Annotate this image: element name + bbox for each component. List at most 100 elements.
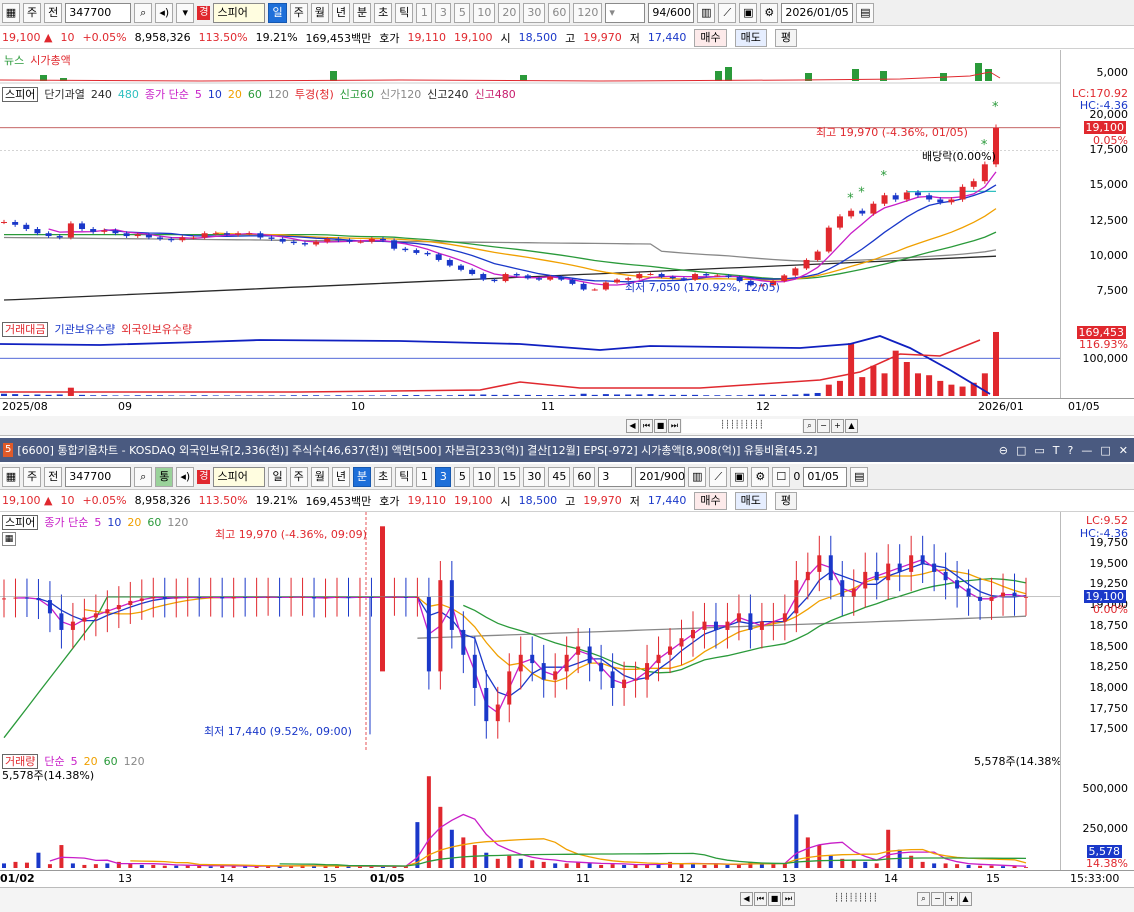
date-field[interactable]: 01/05 <box>803 466 848 487</box>
stock-code-input[interactable]: 347700 <box>65 466 132 487</box>
chart-settings-icon[interactable]: ▥ <box>697 2 716 23</box>
maximize-icon[interactable]: □ <box>1100 444 1110 457</box>
top-scroll-nav[interactable]: ◀ ⏮ ■ ⏭ ┊┊┊┊┊┊┊┊┊ ⌕ − + ▲ <box>626 417 858 435</box>
minute-5[interactable]: 5 <box>454 2 471 23</box>
tab-month[interactable]: 월 <box>310 466 329 487</box>
minimize-icon[interactable]: — <box>1081 444 1092 457</box>
restore-icon[interactable]: □ <box>1016 444 1026 457</box>
close-icon[interactable]: ✕ <box>1119 444 1128 457</box>
search-icon[interactable]: ⌕ <box>803 419 816 433</box>
tab-second[interactable]: 초 <box>374 2 393 23</box>
bottom-price-chart[interactable] <box>0 512 1060 752</box>
bottom-scroll-nav[interactable]: ◀ ⏮ ■ ⏭ ┊┊┊┊┊┊┊┊┊ ⌕ − + ▲ <box>740 890 972 908</box>
nav-last-icon[interactable]: ⏭ <box>782 892 795 906</box>
checkbox[interactable]: ☐ <box>772 466 791 487</box>
interval-input[interactable]: ▾ <box>605 2 646 23</box>
arrow-up-icon[interactable]: ▲ <box>959 892 972 906</box>
gear-icon[interactable]: ⚙ <box>760 2 779 23</box>
text-icon[interactable]: T <box>1053 444 1060 457</box>
bottom-volume-chart[interactable] <box>0 752 1060 870</box>
tab-week[interactable]: 주 <box>289 466 308 487</box>
period-select[interactable]: 주 <box>23 2 42 23</box>
nav-ruler[interactable]: ┊┊┊┊┊┊┊┊┊ <box>682 419 802 433</box>
sell-button[interactable]: 매도 <box>734 28 767 47</box>
window-titlebar[interactable]: 5 [6600] 통합키움차트 - KOSDAQ 외국인보유[2,336(천)]… <box>0 438 1134 462</box>
save-icon[interactable]: ▣ <box>739 2 758 23</box>
minute-5[interactable]: 5 <box>454 466 471 487</box>
nav-stop-icon[interactable]: ■ <box>654 419 667 433</box>
search-icon[interactable]: ⌕ <box>134 466 153 487</box>
bar-count-field[interactable]: 94/600 <box>648 2 695 23</box>
stock-code-input[interactable]: 347700 <box>65 2 132 23</box>
tab-tick[interactable]: 틱 <box>395 466 414 487</box>
nav-left-icon[interactable]: ◀ <box>626 419 639 433</box>
top-price-chart[interactable]: * **** <box>0 86 1060 320</box>
minute-3[interactable]: 3 <box>435 466 452 487</box>
tab-minute[interactable]: 분 <box>352 466 372 487</box>
minute-15[interactable]: 15 <box>498 466 521 487</box>
zoom-in-icon[interactable]: + <box>945 892 958 906</box>
minute-10[interactable]: 10 <box>473 466 496 487</box>
tab-year[interactable]: 년 <box>331 466 350 487</box>
stock-name-field[interactable]: 스피어 <box>213 2 266 23</box>
minute-10[interactable]: 10 <box>473 2 496 23</box>
link-group-icon[interactable]: 통 <box>155 466 174 487</box>
stock-name-field[interactable]: 스피어 <box>213 466 266 487</box>
tab-week[interactable]: 주 <box>289 2 308 23</box>
eval-button[interactable]: 평 <box>774 491 798 510</box>
buy-button[interactable]: 매수 <box>694 28 727 47</box>
top-volume-chart[interactable] <box>0 320 1060 398</box>
zoom-out-icon[interactable]: − <box>817 419 830 433</box>
minute-20[interactable]: 20 <box>498 2 521 23</box>
buy-button[interactable]: 매수 <box>694 491 727 510</box>
date-field[interactable]: 2026/01/05 <box>781 2 854 23</box>
minute-1[interactable]: 1 <box>416 2 433 23</box>
layout-icon[interactable]: ▦ <box>2 2 20 23</box>
search-icon[interactable]: ⌕ <box>134 2 153 23</box>
sell-button[interactable]: 매도 <box>734 491 767 510</box>
help-icon[interactable]: ? <box>1068 444 1074 457</box>
link-icon[interactable]: ⊖ <box>999 444 1008 457</box>
zoom-in-icon[interactable]: + <box>831 419 844 433</box>
nav-ruler[interactable]: ┊┊┊┊┊┊┊┊┊ <box>796 892 916 906</box>
nav-first-icon[interactable]: ⏮ <box>640 419 653 433</box>
dropdown-arrow-icon[interactable]: ▾ <box>176 2 195 23</box>
tab-tick[interactable]: 틱 <box>395 2 414 23</box>
arrow-up-icon[interactable]: ▲ <box>845 419 858 433</box>
chart-settings-icon[interactable]: ▥ <box>688 466 707 487</box>
interval-input[interactable]: 3 <box>598 466 633 487</box>
save-icon[interactable]: ▣ <box>730 466 749 487</box>
search-icon[interactable]: ⌕ <box>917 892 930 906</box>
minute-30[interactable]: 30 <box>523 2 546 23</box>
layout-icon[interactable]: ▦ <box>2 466 20 487</box>
speaker-icon[interactable]: ◂) <box>176 466 195 487</box>
minute-3[interactable]: 3 <box>435 2 452 23</box>
gear-icon[interactable]: ⚙ <box>751 466 770 487</box>
nav-stop-icon[interactable]: ■ <box>768 892 781 906</box>
tab-month[interactable]: 월 <box>310 2 329 23</box>
minute-120[interactable]: 120 <box>573 2 603 23</box>
calendar-icon[interactable]: ▤ <box>850 466 869 487</box>
minute-45[interactable]: 45 <box>548 466 571 487</box>
calendar-icon[interactable]: ▤ <box>856 2 875 23</box>
draw-tool-icon[interactable]: ⟋ <box>709 466 728 487</box>
top-scrollbar[interactable] <box>0 416 1134 436</box>
draw-tool-icon[interactable]: ⟋ <box>718 2 737 23</box>
tab-day[interactable]: 일 <box>268 466 287 487</box>
minute-60[interactable]: 60 <box>573 466 596 487</box>
tab-second[interactable]: 초 <box>374 466 393 487</box>
nav-left-icon[interactable]: ◀ <box>740 892 753 906</box>
minute-60[interactable]: 60 <box>548 2 571 23</box>
period-select[interactable]: 주 <box>23 466 42 487</box>
tab-minute[interactable]: 분 <box>352 2 372 23</box>
nav-last-icon[interactable]: ⏭ <box>668 419 681 433</box>
minute-30[interactable]: 30 <box>523 466 546 487</box>
bar-count-field[interactable]: 201/900 <box>635 466 686 487</box>
prev-button[interactable]: 전 <box>44 466 63 487</box>
eval-button[interactable]: 평 <box>774 28 798 47</box>
minute-1[interactable]: 1 <box>416 466 433 487</box>
zoom-out-icon[interactable]: − <box>931 892 944 906</box>
tab-day[interactable]: 일 <box>268 2 287 23</box>
tab-year[interactable]: 년 <box>331 2 350 23</box>
nav-first-icon[interactable]: ⏮ <box>754 892 767 906</box>
